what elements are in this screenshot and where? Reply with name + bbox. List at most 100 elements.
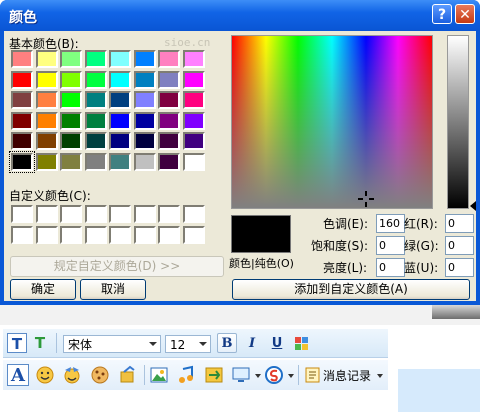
basic-color-swatch[interactable] [182,91,205,109]
font-size-select[interactable]: 12 [165,335,211,353]
bold-button[interactable]: B [217,333,237,353]
custom-color-swatch[interactable] [133,205,156,223]
basic-color-swatch[interactable] [35,91,58,109]
color-spectrum[interactable] [231,35,433,209]
luminance-arrow-icon[interactable] [470,201,476,211]
basic-color-swatch[interactable] [109,91,131,109]
basic-color-swatch[interactable] [182,50,205,68]
custom-color-swatch[interactable] [109,225,131,244]
custom-color-swatch[interactable] [133,225,156,244]
basic-color-swatch[interactable] [158,152,180,171]
basic-color-swatch[interactable] [35,50,58,68]
basic-color-swatch[interactable] [133,50,156,68]
color-grid-button[interactable] [292,333,312,353]
basic-color-swatch[interactable] [84,50,107,68]
basic-color-swatch[interactable] [182,111,205,130]
text-color-icon[interactable]: T [30,333,50,353]
font-name-select[interactable]: 宋体 [63,335,161,353]
basic-color-swatch[interactable] [60,111,82,130]
help-button[interactable]: ? [432,4,452,24]
input-panel[interactable] [398,369,480,412]
basic-color-swatch[interactable] [182,152,205,171]
green-field[interactable]: 0 [445,236,474,255]
basic-color-swatch[interactable] [133,132,156,150]
basic-color-swatch[interactable] [35,111,58,130]
cancel-button[interactable]: 取消 [80,279,146,300]
blue-field[interactable]: 0 [445,258,474,277]
title-bar[interactable]: 颜色 ? ✕ [0,0,480,31]
hue-field[interactable]: 160 [376,214,405,233]
basic-color-swatch[interactable] [11,111,33,130]
custom-color-swatch[interactable] [35,225,58,244]
underline-button[interactable]: U [267,333,287,353]
custom-color-swatch[interactable] [158,205,180,223]
red-field[interactable]: 0 [445,214,474,233]
screen-capture-icon[interactable] [232,366,252,384]
custom-color-swatch[interactable] [182,225,205,244]
custom-color-swatch[interactable] [35,205,58,223]
basic-color-swatch[interactable] [84,132,107,150]
basic-color-swatch[interactable] [158,50,180,68]
italic-button[interactable]: I [242,333,262,353]
basic-color-swatch[interactable] [60,70,82,89]
emoji-icon[interactable] [36,366,54,384]
basic-color-swatch[interactable] [60,91,82,109]
basic-color-swatch[interactable] [84,152,107,171]
basic-color-swatch[interactable] [182,132,205,150]
custom-color-swatch[interactable] [84,225,107,244]
basic-color-swatch[interactable] [109,152,131,171]
font-settings-button[interactable]: A [7,364,29,386]
basic-color-swatch[interactable] [11,70,33,89]
basic-color-swatch[interactable] [60,152,82,171]
luminance-bar[interactable] [447,35,469,209]
image-icon[interactable] [150,366,168,384]
basic-color-swatch[interactable] [133,152,156,171]
custom-color-swatch[interactable] [182,205,205,223]
magic-emoji-icon[interactable] [62,365,82,385]
basic-color-swatch[interactable] [109,70,131,89]
basic-color-swatch[interactable] [60,50,82,68]
basic-color-swatch[interactable] [133,91,156,109]
basic-color-swatch[interactable] [109,132,131,150]
basic-color-swatch[interactable] [35,70,58,89]
basic-color-swatch[interactable] [11,132,33,150]
luminance-field[interactable]: 0 [376,258,405,277]
basic-color-swatch[interactable] [158,91,180,109]
basic-color-swatch[interactable] [133,111,156,130]
message-history-button[interactable]: 消息记录 [303,365,385,385]
custom-color-swatch[interactable] [158,225,180,244]
custom-color-swatch[interactable] [60,205,82,223]
basic-color-swatch[interactable] [9,150,35,173]
chevron-down-icon[interactable] [288,374,294,378]
file-transfer-icon[interactable] [204,365,224,385]
ok-button[interactable]: 确定 [10,279,76,300]
define-custom-colors-button[interactable]: 规定自定义颜色(D) >> [10,256,224,277]
basic-color-swatch[interactable] [11,91,33,109]
text-format-icon[interactable]: T [7,333,27,353]
custom-color-swatch[interactable] [11,225,33,244]
soso-search-icon[interactable] [264,365,284,385]
basic-color-swatch[interactable] [35,152,58,171]
basic-color-swatch[interactable] [84,70,107,89]
basic-color-swatch[interactable] [35,132,58,150]
basic-color-swatch[interactable] [158,132,180,150]
basic-color-swatch[interactable] [133,70,156,89]
custom-color-swatch[interactable] [11,205,33,223]
music-icon[interactable] [176,365,196,385]
basic-color-swatch[interactable] [158,70,180,89]
saturation-field[interactable]: 0 [376,236,405,255]
basic-color-swatch[interactable] [11,50,33,68]
chevron-down-icon[interactable] [255,374,261,378]
custom-color-swatch[interactable] [84,205,107,223]
custom-color-swatch[interactable] [109,205,131,223]
basic-color-swatch[interactable] [109,50,131,68]
basic-color-swatch[interactable] [84,111,107,130]
cookie-icon[interactable] [90,365,110,385]
basic-color-swatch[interactable] [182,70,205,89]
basic-color-swatch[interactable] [109,111,131,130]
add-to-custom-colors-button[interactable]: 添加到自定义颜色(A) [232,279,470,300]
shake-icon[interactable] [118,365,138,385]
close-button[interactable]: ✕ [455,4,475,24]
custom-color-swatch[interactable] [60,225,82,244]
basic-color-swatch[interactable] [84,91,107,109]
